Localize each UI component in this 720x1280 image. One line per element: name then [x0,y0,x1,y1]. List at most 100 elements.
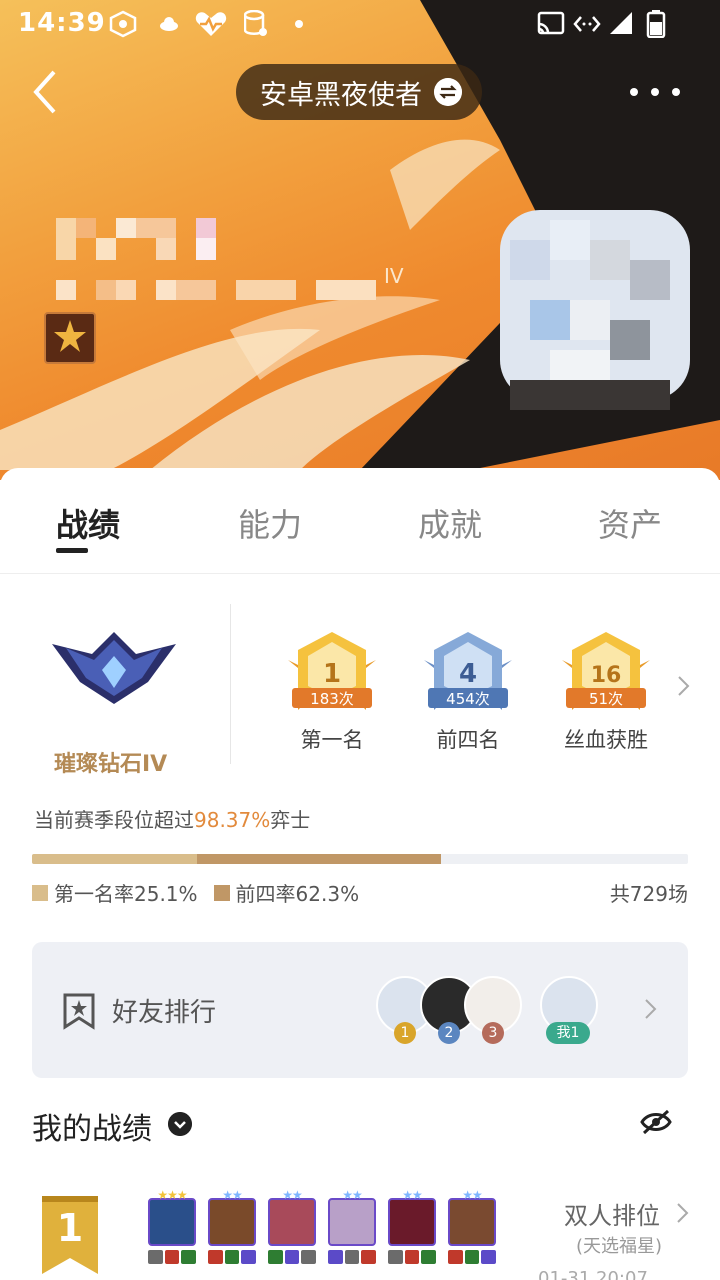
medal-label: 前四名 [436,728,500,752]
rank-summary: 璀璨钻石IV 1 183次 第一名 4 454次 前四名 16 51次 丝血获胜 [0,590,720,790]
item-icon [328,1250,343,1264]
champion-stars: ★★ [342,1188,363,1202]
active-tab-indicator [56,548,88,553]
medal-number: 4 [459,659,477,689]
medal-label: 第一名 [300,728,364,752]
season-percentile: 当前赛季段位超过98.37%弈士 [34,808,311,832]
game-time: 01-31 20:07 [538,1268,648,1280]
my-rank-badge: 我1 [546,1022,590,1044]
rate-progress-bar [32,854,688,864]
friends-ranking-card[interactable]: 好友排行 1 2 3 我1 [32,942,688,1078]
item-icon [284,1250,300,1264]
total-games: 共729场 [609,882,688,906]
account-switcher[interactable]: 安卓黑夜使者 [236,64,482,120]
champion-portrait [448,1198,496,1246]
item-icon [148,1250,163,1264]
profile-header: 14:39 安卓黑夜使者 IV [0,0,720,480]
top4-rate-swatch [213,884,230,901]
tab-achievement[interactable]: 成就 [418,500,482,546]
medal-label: 丝血获胜 [564,728,648,752]
tab-bar: 战绩 能力 成就 资产 [0,468,720,574]
swap-icon [434,78,462,106]
item-icon [404,1250,420,1264]
item-icon [481,1250,497,1264]
rank-suffix: IV [384,264,404,288]
medal-count: 183次 [310,690,354,708]
diamond-rank-icon[interactable] [52,626,176,706]
item-icon [268,1250,283,1264]
cloud-icon [160,17,178,31]
champion-items [148,1250,197,1264]
medal-count: 51次 [588,690,624,708]
tab-record[interactable]: 战绩 [56,500,120,546]
champion-items [208,1250,257,1264]
status-bar: 14:39 [0,0,720,48]
champion-items [268,1250,317,1264]
chevron-right-icon [645,999,657,1019]
blurred-rank-text [56,280,376,300]
more-options-button[interactable] [630,80,680,104]
item-icon [301,1250,317,1264]
item-icon [164,1250,180,1264]
percentile-value: 98.37% [194,808,271,832]
champion-stars: ★★ [222,1188,243,1202]
item-icon [361,1250,377,1264]
dropdown-chevron-icon[interactable] [168,1112,192,1136]
chevron-right-icon [677,1203,689,1223]
friend-rank-badge: 3 [482,1022,504,1044]
divider [230,604,231,764]
rate-legend: 第一名率25.1% 前四率62.3% [32,878,375,907]
champion-portrait [328,1198,376,1246]
champion-items [328,1250,377,1264]
champion-stars: ★★★ [157,1188,187,1202]
friend-rank-badge: 1 [394,1022,416,1044]
account-name: 安卓黑夜使者 [260,79,422,111]
heartbeat-icon [195,12,227,37]
champion-stars: ★★ [462,1188,483,1202]
hide-eye-icon[interactable] [640,1108,672,1136]
friend-rank-badge: 2 [438,1022,460,1044]
rank-emblem-small [44,312,96,364]
champion-stars: ★★ [282,1188,303,1202]
app-hexagon-icon [109,10,137,38]
item-icon [464,1250,480,1264]
signal-icon [610,12,632,34]
place-number: 1 [56,1206,84,1250]
champion-portrait [208,1198,256,1246]
item-icon [388,1250,403,1264]
status-time: 14:39 [18,8,106,38]
game-mode: 双人排位 [564,1202,660,1230]
top-navigation-bar: 安卓黑夜使者 [0,60,720,124]
data-transfer-icon [573,16,601,32]
back-arrow-icon[interactable] [26,66,70,118]
avatar [500,210,690,410]
notification-dot-icon [295,20,303,28]
first-place-rate-bar [32,854,197,864]
champion-portrait [268,1198,316,1246]
blurred-nickname [56,218,216,260]
record-row[interactable]: 1 ★★★ ★★ ★★ ★★ ★★ ★★ 双人排位 (天选福星) 01-31 20:07 [0,1180,720,1280]
tab-assets[interactable]: 资产 [598,500,662,546]
medal-number: 1 [323,659,341,689]
cast-icon [537,11,565,35]
first-rate-label: 第一名率25.1% [54,882,198,906]
top-four-rate-bar [197,854,441,864]
chevron-right-icon[interactable] [676,674,692,698]
champion-portrait [148,1198,196,1246]
game-mode-sub: (天选福星) [576,1236,663,1257]
champion-items [388,1250,437,1264]
champion-portrait [388,1198,436,1246]
item-icon [224,1250,240,1264]
records-title: 我的战绩 [32,1112,152,1147]
bookmark-star-icon [63,993,95,1030]
battery-icon [646,10,666,38]
champion-items [448,1250,497,1264]
rank-name: 璀璨钻石IV [54,752,168,777]
medal-number: 16 [591,663,622,688]
first-rate-swatch [32,884,48,901]
tab-ability[interactable]: 能力 [238,500,302,546]
champion-stars: ★★ [402,1188,423,1202]
item-icon [344,1250,360,1264]
star-badge-icon [54,320,86,352]
database-icon [244,10,267,36]
